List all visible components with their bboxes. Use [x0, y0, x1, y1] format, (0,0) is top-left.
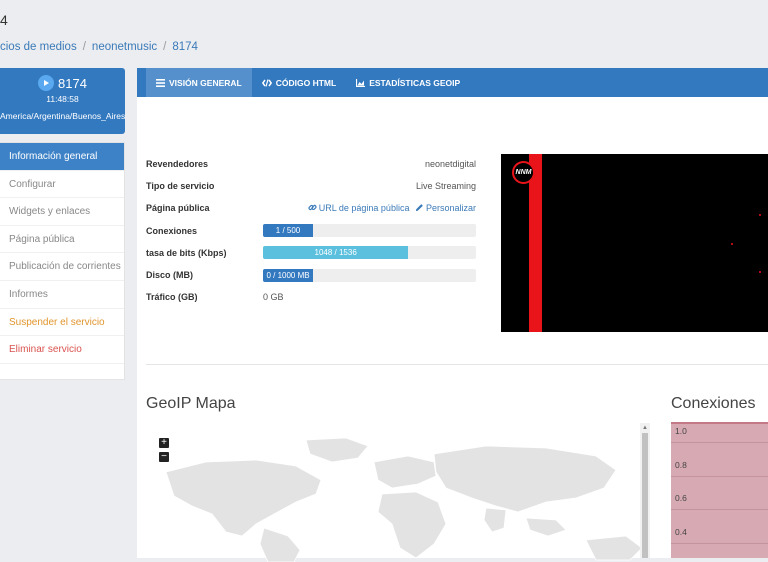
info-value: Live Streaming: [415, 181, 476, 192]
video-player[interactable]: NNM: [501, 154, 768, 332]
chart-ytick-label: 0.4: [675, 526, 687, 537]
sidebar-item-suspend[interactable]: Suspender el servicio: [0, 309, 124, 337]
video-dot: [759, 214, 761, 216]
link-icon: [308, 203, 317, 214]
play-icon[interactable]: [38, 75, 55, 91]
info-row-traffic: Tráfico (GB) 0 GB: [146, 286, 476, 308]
info-value: 0 GB: [263, 292, 284, 303]
tab-label: ESTADÍSTICAS GEOIP: [369, 77, 461, 88]
chart-gridline: [671, 475, 768, 477]
chart-ytick-label: 0.8: [675, 459, 687, 470]
geoip-map[interactable]: + −: [146, 432, 656, 562]
info-label: Disco (MB): [146, 270, 193, 281]
section-divider: [146, 364, 768, 365]
service-timezone: America/Argentina/Buenos_Aires: [0, 111, 125, 121]
connections-chart-title: Conexiones: [671, 395, 756, 412]
service-card: 8174 11:48:58 America/Argentina/Buenos_A…: [0, 68, 125, 134]
geoip-map-title: GeoIP Mapa: [146, 395, 236, 412]
channel-logo: NNM: [512, 161, 535, 184]
page-title: 4: [0, 12, 8, 28]
info-label: tasa de bits (Kbps): [146, 247, 227, 258]
tab-label: VISIÓN GENERAL: [169, 77, 242, 88]
info-label: Conexiones: [146, 225, 198, 236]
service-info-table: Revendedores neonetdigital Tipo de servi…: [146, 153, 476, 308]
main-panel: VISIÓN GENERAL CÓDIGO HTML ESTADÍSTICAS …: [137, 68, 768, 562]
sidebar-item-public-page[interactable]: Página pública: [0, 226, 124, 254]
scrollbar-thumb[interactable]: [642, 433, 648, 558]
disk-progress-fill: 0 / 1000 MB: [263, 268, 314, 282]
service-id: 8174: [58, 75, 87, 91]
info-row-public-page: Página pública URL de página pública Per…: [146, 197, 476, 219]
info-label: Página pública: [146, 203, 210, 214]
chart-gridline: [671, 542, 768, 544]
breadcrumb-separator: /: [163, 41, 167, 53]
list-icon: [156, 78, 165, 87]
info-row-disk: Disco (MB) 0 / 1000 MB: [146, 264, 476, 286]
sidebar-item-general-info[interactable]: Información general: [0, 143, 124, 171]
breadcrumb-item-reseller[interactable]: neonetmusic: [92, 41, 157, 53]
disk-progress: 0 / 1000 MB: [263, 268, 476, 282]
breadcrumb-item-service[interactable]: 8174: [172, 41, 198, 53]
tab-bar: VISIÓN GENERAL CÓDIGO HTML ESTADÍSTICAS …: [137, 68, 768, 97]
breadcrumb: cios de medios / neonetmusic / 8174: [0, 41, 198, 53]
map-scrollbar[interactable]: ▲: [640, 423, 650, 558]
sidebar-item-reports[interactable]: Informes: [0, 281, 124, 309]
sidebar-item-stream-publishing[interactable]: Publicación de corrientes: [0, 253, 124, 281]
bitrate-progress: 1048 / 1536: [263, 246, 476, 260]
breadcrumb-separator: /: [82, 41, 86, 53]
sidebar-menu: Información general Configurar Widgets y…: [0, 142, 125, 380]
chart-ytick-label: 1.0: [675, 426, 687, 436]
chart-gridline: [671, 442, 768, 443]
zoom-in-button[interactable]: +: [159, 438, 169, 448]
video-dot: [759, 271, 761, 273]
sidebar-item-delete[interactable]: Eliminar servicio: [0, 336, 124, 364]
zoom-out-button[interactable]: −: [159, 452, 169, 462]
breadcrumb-item-media-services[interactable]: cios de medios: [0, 41, 77, 53]
connections-progress-fill: 1 / 500: [263, 224, 314, 238]
public-url-link[interactable]: URL de página pública: [308, 203, 410, 214]
info-row-reseller: Revendedores neonetdigital: [146, 153, 476, 175]
tab-html-code[interactable]: CÓDIGO HTML: [252, 68, 346, 97]
info-label: Revendedores: [146, 159, 209, 170]
connections-progress: 1 / 500: [263, 224, 476, 238]
info-row-connections: Conexiones 1 / 500: [146, 220, 476, 242]
info-label: Tipo de servicio: [146, 181, 215, 192]
tab-label: CÓDIGO HTML: [275, 77, 337, 88]
tab-geoip-stats[interactable]: ESTADÍSTICAS GEOIP: [346, 68, 470, 97]
info-row-service-type: Tipo de servicio Live Streaming: [146, 175, 476, 197]
chart-gridline: [671, 509, 768, 510]
info-row-bitrate: tasa de bits (Kbps) 1048 / 1536: [146, 242, 476, 264]
bitrate-progress-fill: 1048 / 1536: [263, 246, 409, 260]
service-time: 11:48:58: [46, 94, 79, 104]
info-label: Tráfico (GB): [146, 292, 198, 303]
code-icon: [261, 78, 272, 87]
chart-ytick-label: 0.6: [675, 493, 687, 503]
world-map-icon: [165, 437, 643, 562]
tab-overview[interactable]: VISIÓN GENERAL: [146, 68, 252, 97]
info-value: neonetdigital: [424, 159, 476, 170]
public-url-label: URL de página pública: [318, 203, 410, 214]
scroll-up-arrow-icon[interactable]: ▲: [642, 425, 648, 431]
connections-chart: 1.0 0.8 0.6 0.4: [671, 422, 768, 558]
sidebar-item-configure[interactable]: Configurar: [0, 171, 124, 199]
customize-link[interactable]: Personalizar: [415, 203, 476, 214]
video-dot: [731, 243, 733, 245]
pencil-icon: [415, 203, 424, 214]
sidebar-item-widgets[interactable]: Widgets y enlaces: [0, 198, 124, 226]
customize-label: Personalizar: [425, 203, 476, 214]
area-chart-icon: [356, 78, 366, 87]
